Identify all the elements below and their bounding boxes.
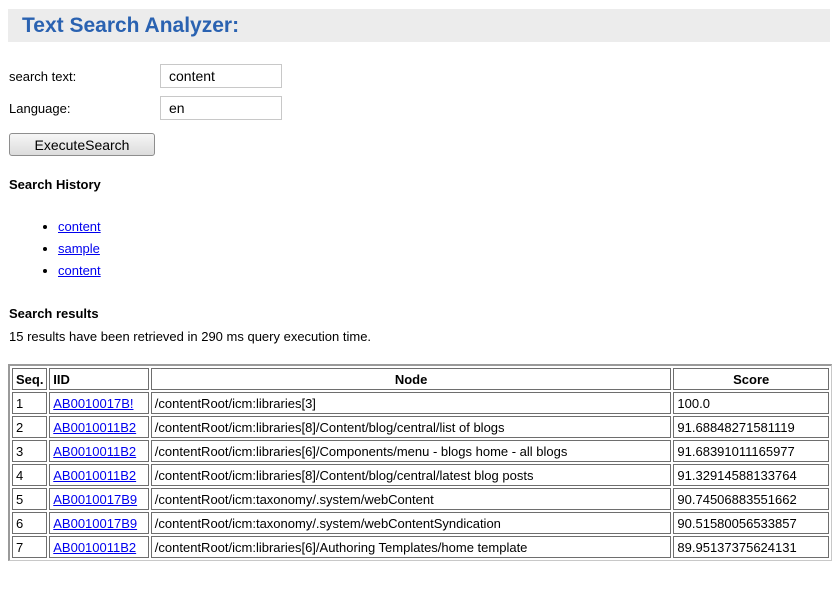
results-table: Seq. IID Node Score 1 AB0010017B! /conte…	[8, 364, 832, 561]
seq-cell: 3	[12, 440, 48, 462]
iid-link[interactable]: AB0010011B2	[53, 444, 136, 459]
search-text-row: search text:	[9, 64, 309, 90]
language-input[interactable]	[160, 96, 282, 120]
title-bar: Text Search Analyzer:	[8, 9, 830, 42]
iid-cell: AB0010017B9	[49, 512, 149, 534]
language-label: Language:	[9, 101, 71, 116]
table-row: 3 AB0010011B2 /contentRoot/icm:libraries…	[12, 440, 829, 462]
execute-search-button[interactable]: ExecuteSearch	[9, 133, 155, 156]
table-row: 4 AB0010011B2 /contentRoot/icm:libraries…	[12, 464, 829, 486]
history-link[interactable]: content	[58, 263, 101, 278]
iid-link[interactable]: AB0010017B!	[53, 396, 133, 411]
table-row: 7 AB0010011B2 /contentRoot/icm:libraries…	[12, 536, 829, 558]
seq-cell: 4	[12, 464, 48, 486]
seq-cell: 5	[12, 488, 48, 510]
table-row: 6 AB0010017B9 /contentRoot/icm:taxonomy/…	[12, 512, 829, 534]
results-summary: 15 results have been retrieved in 290 ms…	[9, 329, 372, 344]
history-item: sample	[58, 238, 101, 260]
search-history-title: Search History	[9, 177, 101, 192]
table-row: 5 AB0010017B9 /contentRoot/icm:taxonomy/…	[12, 488, 829, 510]
language-row: Language:	[9, 96, 309, 122]
history-link[interactable]: content	[58, 219, 101, 234]
score-cell: 90.74506883551662	[673, 488, 829, 510]
score-cell: 90.51580056533857	[673, 512, 829, 534]
seq-cell: 6	[12, 512, 48, 534]
iid-cell: AB0010011B2	[49, 416, 149, 438]
seq-cell: 7	[12, 536, 48, 558]
column-header-node: Node	[150, 368, 672, 390]
column-header-seq: Seq.	[12, 368, 48, 390]
search-text-input[interactable]	[160, 64, 282, 88]
score-cell: 100.0	[673, 392, 829, 414]
history-item: content	[58, 260, 101, 282]
iid-link[interactable]: AB0010011B2	[53, 468, 136, 483]
node-cell: /contentRoot/icm:libraries[8]/Content/bl…	[150, 464, 672, 486]
search-text-label: search text:	[9, 69, 77, 84]
node-cell: /contentRoot/icm:libraries[6]/Authoring …	[150, 536, 672, 558]
table-header-row: Seq. IID Node Score	[12, 368, 829, 390]
iid-cell: AB0010017B!	[49, 392, 149, 414]
node-cell: /contentRoot/icm:libraries[3]	[150, 392, 672, 414]
iid-link[interactable]: AB0010011B2	[53, 420, 136, 435]
search-results-title: Search results	[9, 306, 99, 321]
node-cell: /contentRoot/icm:taxonomy/.system/webCon…	[150, 488, 672, 510]
iid-link[interactable]: AB0010017B9	[53, 516, 137, 531]
iid-link[interactable]: AB0010011B2	[53, 540, 136, 555]
iid-cell: AB0010011B2	[49, 536, 149, 558]
node-cell: /contentRoot/icm:taxonomy/.system/webCon…	[150, 512, 672, 534]
table-row: 1 AB0010017B! /contentRoot/icm:libraries…	[12, 392, 829, 414]
score-cell: 91.68848271581119	[673, 416, 829, 438]
seq-cell: 1	[12, 392, 48, 414]
iid-cell: AB0010011B2	[49, 440, 149, 462]
score-cell: 91.32914588133764	[673, 464, 829, 486]
iid-link[interactable]: AB0010017B9	[53, 492, 137, 507]
seq-cell: 2	[12, 416, 48, 438]
score-cell: 91.68391011165977	[673, 440, 829, 462]
iid-cell: AB0010017B9	[49, 488, 149, 510]
history-item: content	[58, 216, 101, 238]
page-title: Text Search Analyzer:	[22, 14, 240, 37]
node-cell: /contentRoot/icm:libraries[6]/Components…	[150, 440, 672, 462]
score-cell: 89.95137375624131	[673, 536, 829, 558]
table-row: 2 AB0010011B2 /contentRoot/icm:libraries…	[12, 416, 829, 438]
history-link[interactable]: sample	[58, 241, 100, 256]
node-cell: /contentRoot/icm:libraries[8]/Content/bl…	[150, 416, 672, 438]
search-history-list: content sample content	[40, 216, 101, 282]
column-header-iid: IID	[49, 368, 149, 390]
column-header-score: Score	[673, 368, 829, 390]
iid-cell: AB0010011B2	[49, 464, 149, 486]
